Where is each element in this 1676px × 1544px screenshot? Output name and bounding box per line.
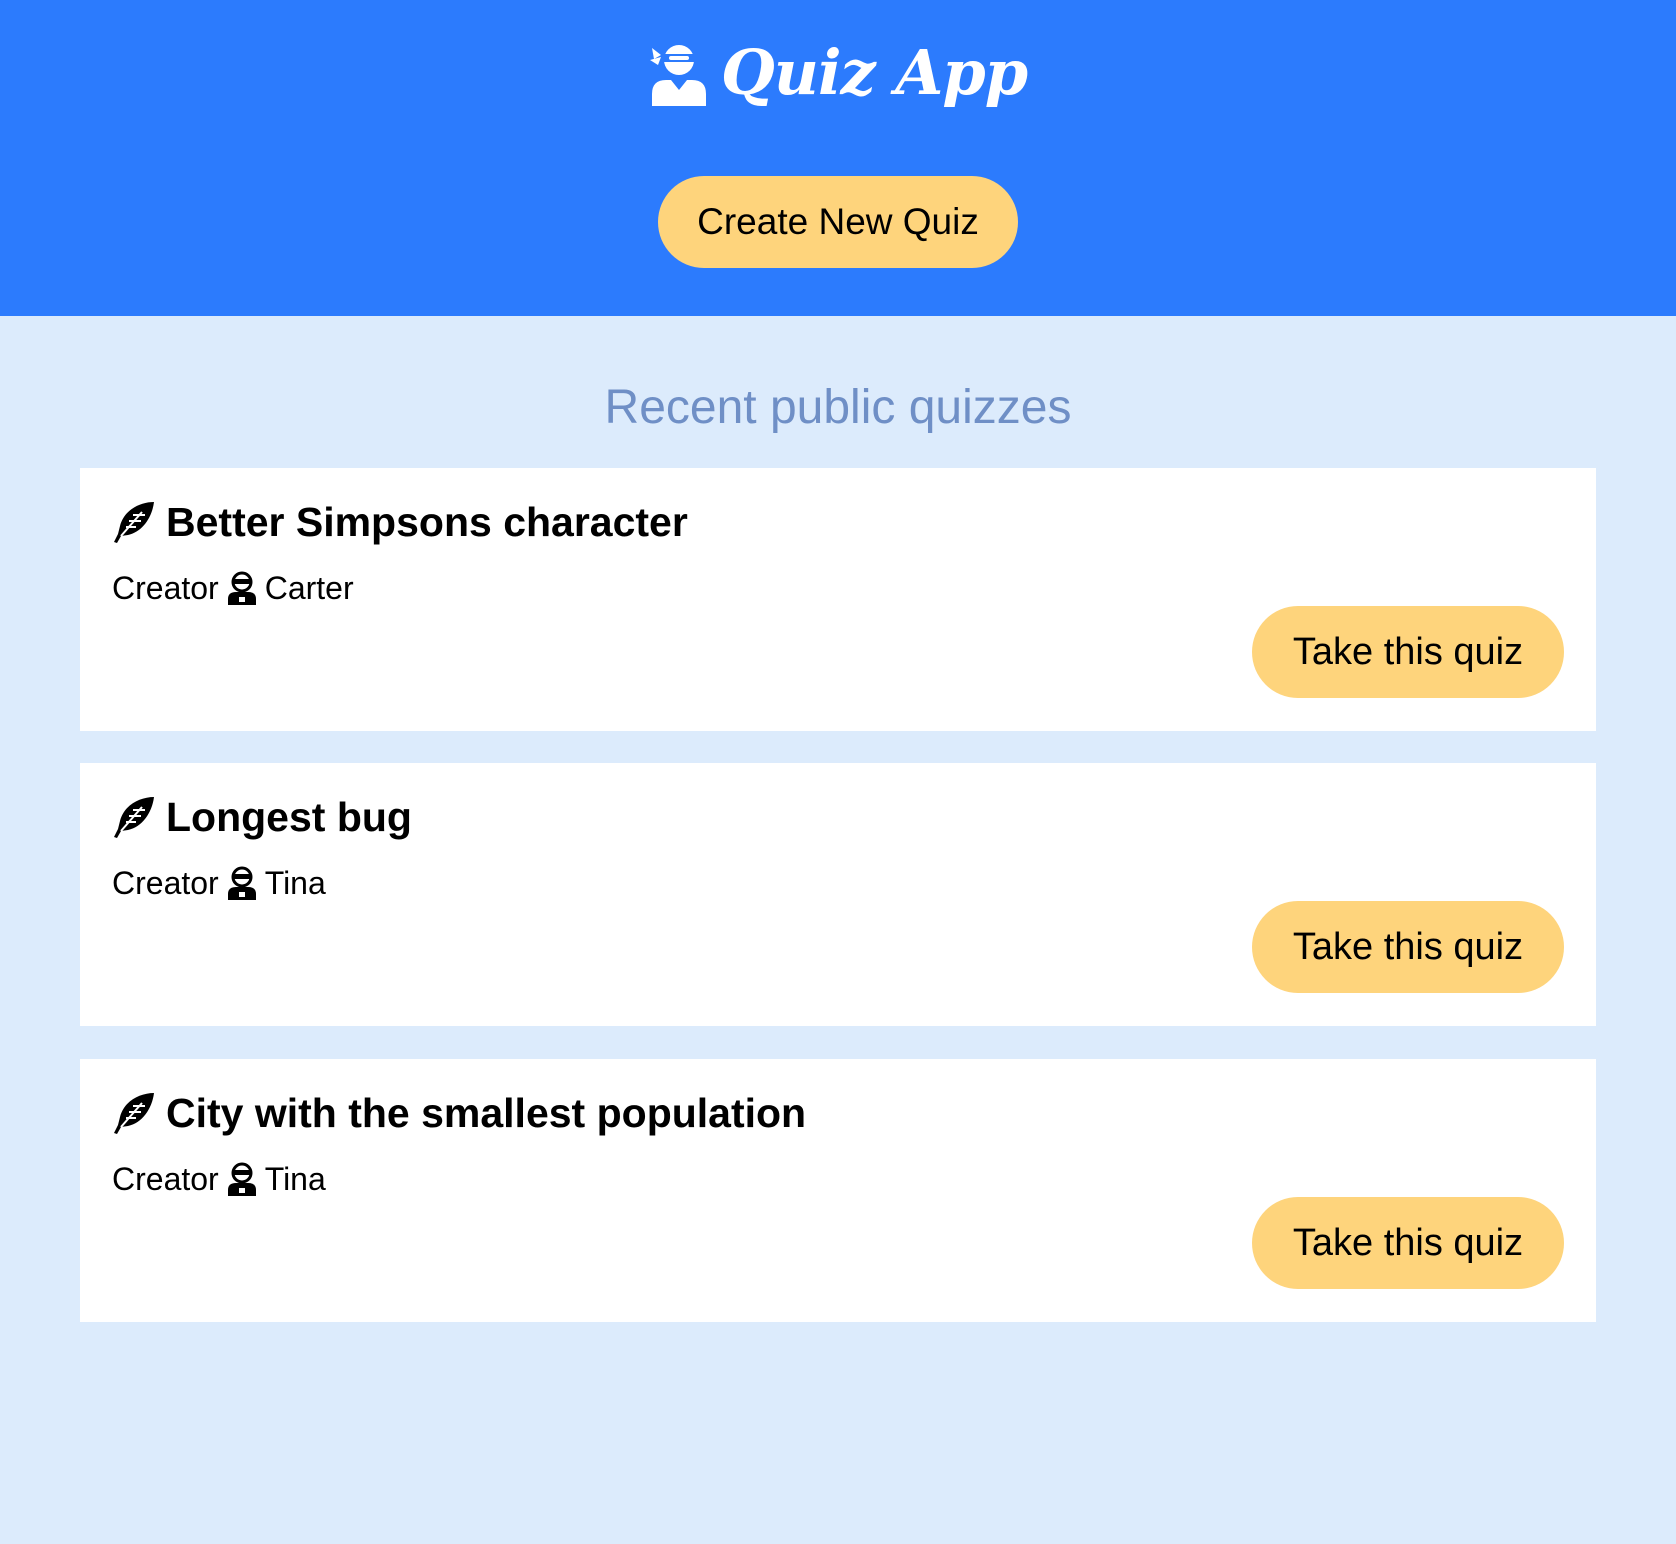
quiz-title: Better Simpsons character — [166, 499, 688, 545]
take-quiz-button[interactable]: Take this quiz — [1252, 1197, 1564, 1289]
quiz-title: Longest bug — [166, 794, 412, 840]
quiz-creator: Creator Carter — [112, 568, 354, 608]
create-new-quiz-button[interactable]: Create New Quiz — [658, 176, 1018, 268]
creator-name[interactable]: Carter — [265, 568, 354, 608]
creator-label: Creator — [112, 570, 219, 606]
quiz-creator: Creator Tina — [112, 1159, 326, 1199]
quiz-title: City with the smallest population — [166, 1090, 807, 1136]
creator-label: Creator — [112, 865, 219, 901]
section-title: Recent public quizzes — [604, 381, 1072, 434]
creator-name[interactable]: Tina — [265, 863, 326, 903]
creator-label: Creator — [112, 1161, 219, 1197]
user-icon — [227, 866, 256, 900]
quiz-creator: Creator Tina — [112, 863, 326, 903]
brand-link[interactable]: Quiz App — [649, 36, 1028, 109]
quiz-title-row: Better Simpsons character — [112, 496, 688, 548]
feather-icon — [114, 502, 154, 543]
quiz-title-row: Longest bug — [112, 791, 412, 843]
quiz-title-row: City with the smallest population — [112, 1087, 806, 1139]
app-header: Quiz App Create New Quiz — [0, 0, 1676, 316]
feather-icon — [114, 1093, 154, 1134]
take-quiz-button[interactable]: Take this quiz — [1252, 606, 1564, 698]
creator-name[interactable]: Tina — [265, 1159, 326, 1199]
quiz-card: Longest bug Creator Tina Take this quiz — [80, 763, 1596, 1026]
app-title: Quiz App — [720, 36, 1028, 109]
quiz-card: City with the smallest population Creato… — [80, 1059, 1596, 1322]
user-icon — [227, 1162, 256, 1196]
quiz-card: Better Simpsons character Creator Carter… — [80, 468, 1596, 731]
user-icon — [227, 571, 256, 605]
take-quiz-button[interactable]: Take this quiz — [1252, 901, 1564, 993]
feather-icon — [114, 797, 154, 838]
ninja-user-icon — [649, 45, 706, 106]
brand: Quiz App — [0, 40, 1676, 106]
